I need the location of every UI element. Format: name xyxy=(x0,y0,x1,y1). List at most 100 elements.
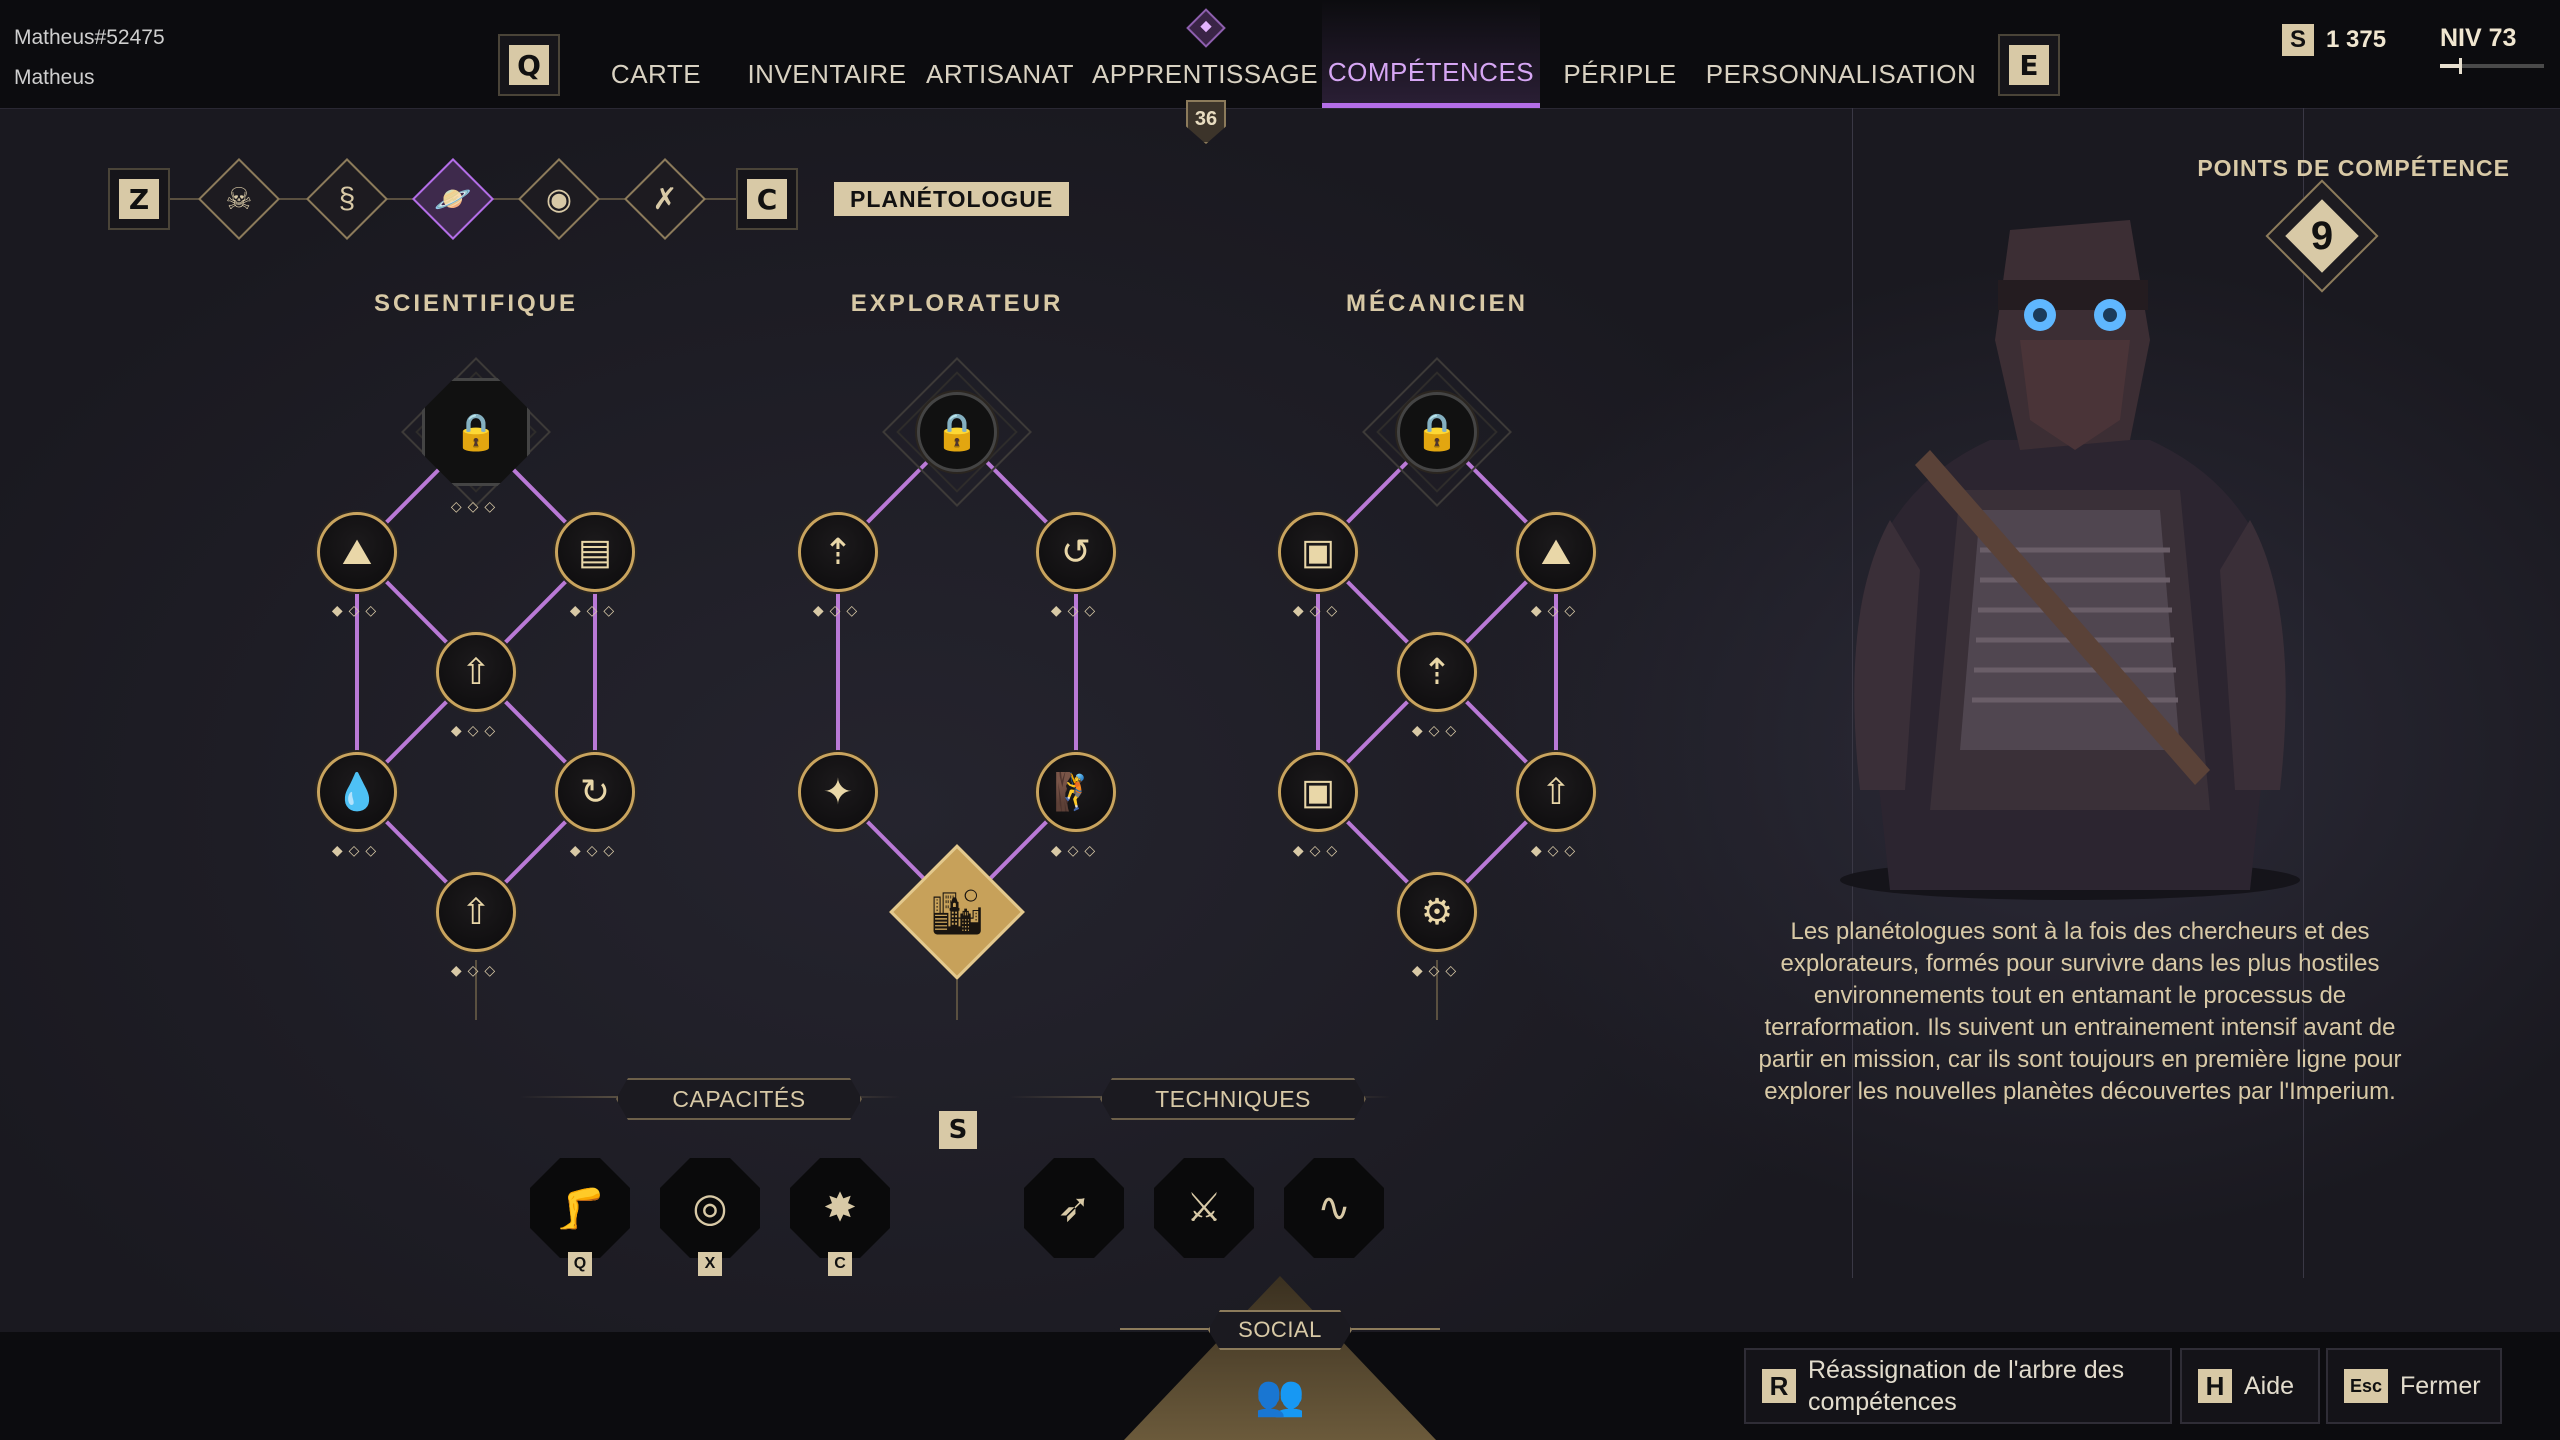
capacity-key-c: C xyxy=(828,1252,852,1276)
climber-icon: 🧗 xyxy=(1053,771,1099,812)
skill-rank-pips: ◆◇◇ xyxy=(1292,602,1344,618)
class-description: Les planétologues sont à la fois des che… xyxy=(1758,918,2402,1105)
loadout-key[interactable]: S xyxy=(938,1106,978,1154)
skill-rank-pips: ◆◇◇ xyxy=(1530,842,1582,858)
skill-node[interactable]: ▣ xyxy=(1278,752,1358,832)
skill-node[interactable]: ⇧ xyxy=(436,872,516,952)
skill-node[interactable]: ✦ xyxy=(798,752,878,832)
energy-cycle-icon: ↻ xyxy=(579,771,611,812)
boot-upgrade-icon: ⇧ xyxy=(460,651,492,692)
skill-node[interactable]: ⚙ xyxy=(1397,872,1477,952)
group-icon: 👥 xyxy=(1255,1374,1305,1418)
currency-amount: 1 375 xyxy=(2326,26,2387,53)
battery-icon: ▣ xyxy=(1300,531,1335,572)
skill-rank-pips: ◆◇◇ xyxy=(450,722,502,738)
skill-node[interactable]: ⇧ xyxy=(436,632,516,712)
scanner-icon: ▤ xyxy=(577,531,612,572)
level-progress-tick xyxy=(2458,58,2462,74)
triple-blade-icon: ⚔ xyxy=(1186,1186,1222,1230)
tree-title-mecanicien: MÉCANICIEN xyxy=(1345,290,1528,317)
skill-rank-pips: ◆◇◇ xyxy=(569,602,621,618)
water-drop-icon: 💧 xyxy=(334,771,380,812)
capacity-key-x: X xyxy=(698,1252,722,1276)
capacity-kick[interactable]: 🦵 xyxy=(530,1158,630,1258)
skill-rank-pips: ◆◇◇ xyxy=(1050,842,1102,858)
skill-rank-pips: ◆◇◇ xyxy=(569,842,621,858)
capacities-label: CAPACITÉS xyxy=(616,1078,862,1120)
gear-upgrade-icon: ⚙ xyxy=(1420,891,1454,932)
technique-dash[interactable]: ➶ xyxy=(1024,1158,1124,1258)
close-key: Esc xyxy=(2344,1369,2388,1403)
scientifique-capstone-node[interactable]: 🔒 xyxy=(422,378,530,486)
skill-rank-pips: ◆◇◇ xyxy=(1050,602,1102,618)
lock-icon: 🔒 xyxy=(1414,411,1460,452)
skill-node[interactable]: 💧 xyxy=(317,752,397,832)
skill-rank-pips: ◆◇◇ xyxy=(812,602,864,618)
lock-icon: 🔒 xyxy=(934,411,980,452)
next-tab-key-label: E xyxy=(2009,45,2049,85)
technique-blades[interactable]: ⚔ xyxy=(1154,1158,1254,1258)
level-progress-fill xyxy=(2440,64,2459,68)
signal-upgrade-icon: ⇡ xyxy=(1421,651,1453,692)
skill-node[interactable]: ⛰ xyxy=(1516,512,1596,592)
skill-rank-pips: ◆◇◇ xyxy=(1292,842,1344,858)
terrain-icon: ⛰ xyxy=(1540,530,1572,572)
spin-icon: ◎ xyxy=(692,1186,728,1230)
explorateur-capstone-node[interactable]: 🔒 xyxy=(917,392,997,472)
help-key: H xyxy=(2198,1369,2232,1403)
skill-node[interactable]: 🧗 xyxy=(1036,752,1116,832)
kick-icon: 🦵 xyxy=(555,1186,605,1231)
lock-icon: 🔒 xyxy=(453,411,499,452)
skill-rank-pips: ◆◇◇ xyxy=(450,962,502,978)
health-pulse-icon: ∿ xyxy=(1317,1186,1351,1230)
mecanicien-capstone-node[interactable]: 🔒 xyxy=(1397,392,1477,472)
reset-label: Réassignation de l'arbre des compétences xyxy=(1808,1356,2125,1416)
boot-upgrade-icon: ⇧ xyxy=(460,891,492,932)
capacity-spin[interactable]: ◎ xyxy=(660,1158,760,1258)
skill-points-value: 9 xyxy=(2310,213,2334,258)
tree-title-scientifique: SCIENTIFIQUE xyxy=(373,290,578,317)
capacity-explosive[interactable]: ✸ xyxy=(790,1158,890,1258)
player-level: NIV 73 xyxy=(2440,24,2517,52)
skill-node[interactable]: ⛰ xyxy=(317,512,397,592)
battery-icon: ▣ xyxy=(1300,771,1335,812)
skill-node[interactable]: ⇡ xyxy=(798,512,878,592)
skill-node[interactable]: ⇧ xyxy=(1516,752,1596,832)
skill-node[interactable]: ↺ xyxy=(1036,512,1116,592)
terrain-icon: ⛰ xyxy=(341,530,373,572)
reset-key: R xyxy=(1762,1369,1796,1403)
explosive-icon: ✸ xyxy=(823,1186,857,1230)
skill-rank-pips: ◆◇◇ xyxy=(331,842,383,858)
help-label: Aide xyxy=(2244,1371,2295,1400)
dash-icon: ➶ xyxy=(1057,1186,1091,1230)
skill-points-label: POINTS DE COMPÉTENCE xyxy=(2197,155,2510,181)
reset-tree-hint[interactable]: R Réassignation de l'arbre des compétenc… xyxy=(1744,1348,2172,1424)
level-progress-bar xyxy=(2440,58,2544,74)
skill-node[interactable]: ↻ xyxy=(555,752,635,832)
currency: S 1 375 xyxy=(2282,24,2386,56)
next-tab-key[interactable]: E xyxy=(1998,34,2060,96)
water-cycle-icon: ↺ xyxy=(1060,531,1092,572)
tree-title-explorateur: EXPLORATEUR xyxy=(850,290,1064,317)
skill-node[interactable]: ▤ xyxy=(555,512,635,592)
skill-rank-pips: ◆◇◇ xyxy=(1411,722,1463,738)
boot-upgrade-icon: ⇧ xyxy=(1540,771,1572,812)
technique-health[interactable]: ∿ xyxy=(1284,1158,1384,1258)
loadout-key-label: S xyxy=(939,1111,977,1149)
skill-rank-pips: ◇◇◇ xyxy=(450,498,502,514)
techniques-label: TECHNIQUES xyxy=(1100,1078,1366,1120)
help-hint[interactable]: H Aide xyxy=(2180,1348,2320,1424)
compass-icon: ✦ xyxy=(822,771,854,812)
capacity-key-q: Q xyxy=(568,1252,592,1276)
close-label: Fermer xyxy=(2400,1371,2481,1400)
skill-node[interactable]: ⇡ xyxy=(1397,632,1477,712)
close-hint[interactable]: Esc Fermer xyxy=(2326,1348,2502,1424)
skill-node[interactable]: ▣ xyxy=(1278,512,1358,592)
city-icon: 🏙 xyxy=(929,888,985,937)
character-portrait xyxy=(1840,220,2300,900)
skill-rank-pips: ◆◇◇ xyxy=(331,602,383,618)
solari-icon: S xyxy=(2282,24,2314,56)
social-label[interactable]: SOCIAL xyxy=(1208,1310,1352,1350)
skill-rank-pips: ◆◇◇ xyxy=(1411,962,1463,978)
skill-rank-pips: ◆◇◇ xyxy=(1530,602,1582,618)
